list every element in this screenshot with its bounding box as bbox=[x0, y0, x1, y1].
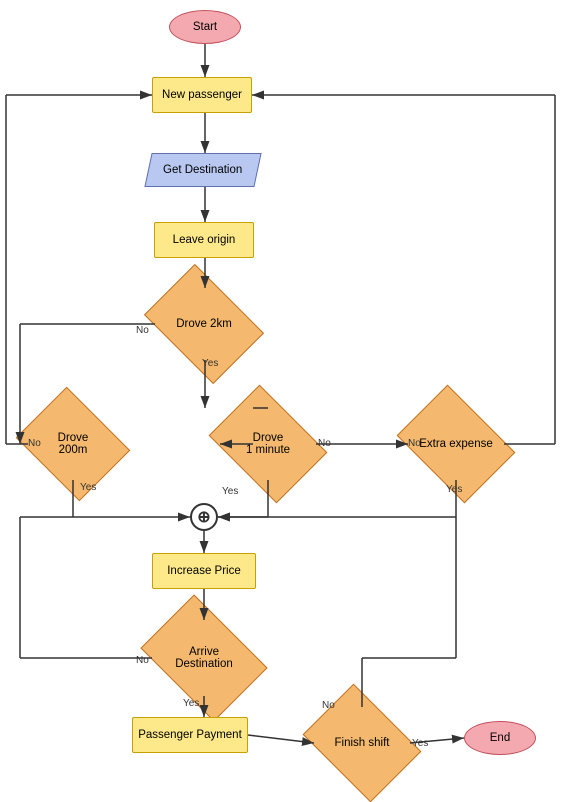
passenger-payment-node: Passenger Payment bbox=[132, 717, 248, 753]
label-yes-2km: Yes bbox=[202, 358, 218, 369]
label-yes-200m: Yes bbox=[80, 482, 96, 493]
label-yes-arrive: Yes bbox=[183, 698, 199, 709]
merge-node: ⊕ bbox=[190, 503, 218, 531]
label-no-2km: No bbox=[136, 325, 149, 336]
get-destination-node: Get Destination bbox=[144, 153, 261, 187]
label-yes-finish: Yes bbox=[412, 738, 428, 749]
finish-shift-node: Finish shift bbox=[314, 707, 410, 779]
extra-expense-node: Extra expense bbox=[408, 408, 504, 480]
label-no-finish: No bbox=[322, 700, 335, 711]
increase-price-node: Increase Price bbox=[152, 553, 256, 589]
drove-1min-node: Drove1 minute bbox=[220, 408, 316, 480]
end-node: End bbox=[464, 721, 536, 755]
arrows-svg bbox=[0, 0, 572, 780]
flowchart: Start New passenger Get Destination Leav… bbox=[0, 0, 572, 780]
drove-200m-node: Drove200m bbox=[28, 408, 118, 480]
label-yes-extra: Yes bbox=[446, 484, 462, 495]
start-node: Start bbox=[169, 10, 241, 44]
label-no-200m: No bbox=[28, 438, 41, 449]
label-no-1min: No bbox=[318, 438, 331, 449]
leave-origin-node: Leave origin bbox=[154, 222, 254, 258]
arrive-destination-node: ArriveDestination bbox=[152, 620, 256, 696]
label-yes-1min: Yes bbox=[222, 486, 238, 497]
new-passenger-node: New passenger bbox=[152, 77, 252, 113]
drove-2km-node: Drove 2km bbox=[155, 288, 253, 360]
label-no-arrive: No bbox=[136, 655, 149, 666]
